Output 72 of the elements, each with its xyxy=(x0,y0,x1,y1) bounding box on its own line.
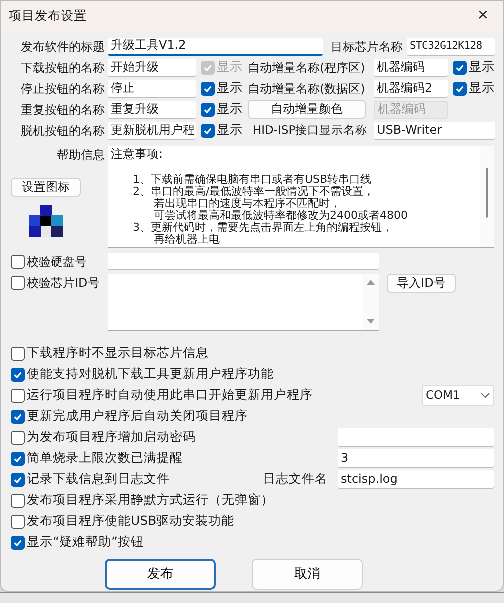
option-checkbox[interactable]: 使能支持对脱机下载工具更新用户程序功能 xyxy=(11,365,274,384)
field-label: 停止按钮的名称 xyxy=(20,80,105,98)
publish-button[interactable]: 发布 xyxy=(105,559,216,590)
option-checkbox[interactable]: 运行项目程序时自动使用此串口开始更新用户程序 xyxy=(11,386,313,405)
check-icon xyxy=(13,454,23,464)
text-field[interactable]: 机器编码 xyxy=(374,58,448,76)
help-line: 3、更新代码时，需要先点击界面左上角的编程按钮， xyxy=(133,222,393,234)
text-field[interactable]: 更新脱机用户程 xyxy=(108,122,196,140)
check-icon xyxy=(13,474,23,484)
check-icon xyxy=(203,62,213,72)
field-label: 自动增量名称(程序区) xyxy=(248,60,366,76)
scroll-down-icon[interactable] xyxy=(367,319,375,324)
port-dropdown[interactable]: COM1 xyxy=(422,385,494,406)
verify-checkbox[interactable]: 校验硬盘号 xyxy=(11,253,108,271)
option-checkbox[interactable]: 下载程序时不显示目标芯片信息 xyxy=(11,344,209,363)
text-area[interactable] xyxy=(108,274,379,331)
text-field[interactable]: 开始升级 xyxy=(108,58,196,76)
check-icon xyxy=(203,84,213,94)
help-line: 2、串口的最高/最低波特率一般情况下不需设置， xyxy=(133,186,375,198)
show-checkbox[interactable]: 显示 xyxy=(201,121,243,140)
option-checkbox[interactable]: 显示“疑难帮助”按钮 xyxy=(11,533,144,552)
chevron-down-icon xyxy=(481,393,490,398)
text-field[interactable]: stcisp.log xyxy=(338,470,494,489)
text-field[interactable]: STC32G12K128 xyxy=(407,38,495,56)
field-label: 日志文件名 xyxy=(263,470,328,488)
option-checkbox[interactable]: 更新完成用户程序后自动关闭项目程序 xyxy=(11,407,248,426)
set-icon-button[interactable]: 设置图标 xyxy=(11,178,81,197)
dropdown-value: COM1 xyxy=(426,387,460,404)
field-label: 重复按钮的名称 xyxy=(20,102,105,118)
field-label: 下载按钮的名称 xyxy=(20,60,105,76)
scroll-up-icon[interactable] xyxy=(367,280,375,285)
help-line: 注意事项: xyxy=(111,148,164,160)
show-checkbox[interactable]: 显示 xyxy=(453,58,495,77)
show-checkbox[interactable]: 显示 xyxy=(453,79,495,98)
help-text-area[interactable]: 注意事项: 1、下载前需确保电脑有串口或者有USB转串口线 2、串口的最高/最低波特率一般情况下不需设置， 若出现串口的速度与本程序不匹配时， 可尝试将最高和最低波特率都修改为2400或者4800 3、更新代码时，需要先点击界面左上角的编程按钮， 再给机器上电 xyxy=(108,146,494,248)
option-checkbox[interactable]: 发布项目程序采用静默方式运行（无弹窗） xyxy=(11,491,274,510)
help-label: 帮助信息 xyxy=(56,147,106,164)
text-field[interactable]: 停止 xyxy=(108,80,196,98)
option-checkbox[interactable]: 为发布项目程序增加启动密码 xyxy=(11,428,196,447)
field-label: 脱机按钮的名称 xyxy=(20,122,105,140)
field-label: 发布软件的标题 xyxy=(20,38,105,56)
cubes-icon xyxy=(29,205,63,237)
text-field[interactable]: 重复升级 xyxy=(108,100,196,118)
verify-checkbox[interactable]: 校验芯片ID号 xyxy=(11,274,108,292)
text-field[interactable]: 3 xyxy=(338,449,494,468)
help-line: 若出现串口的速度与本程序不匹配时， xyxy=(154,198,341,210)
option-checkbox[interactable]: 简单烧录上限次数已满提醒 xyxy=(11,449,183,468)
cancel-button[interactable]: 取消 xyxy=(252,559,363,590)
check-icon xyxy=(203,104,213,114)
scrollbar-thumb[interactable] xyxy=(486,168,488,218)
text-field[interactable]: 升级工具V1.2 xyxy=(108,38,323,56)
check-icon xyxy=(455,84,465,94)
check-icon xyxy=(13,370,23,380)
check-icon xyxy=(13,412,23,422)
import-id-button[interactable]: 导入ID号 xyxy=(387,274,456,293)
text-field[interactable]: 机器编码2 xyxy=(374,80,448,98)
option-checkbox[interactable]: 发布项目程序使能USB驱动安装功能 xyxy=(11,512,235,531)
check-icon xyxy=(455,62,465,72)
field-label: 自动增量名称(数据区) xyxy=(248,80,366,98)
show-checkbox[interactable]: 显示 xyxy=(201,79,243,98)
option-checkbox[interactable]: 记录下载信息到日志文件 xyxy=(11,470,170,489)
check-icon xyxy=(13,538,23,548)
field-label: 目标芯片名称 xyxy=(331,38,404,56)
check-icon xyxy=(203,126,213,136)
help-line: 再给机器上电 xyxy=(154,234,220,246)
text-field[interactable]: USB-Writer xyxy=(374,122,495,140)
help-line: 可尝试将最高和最低波特率都修改为2400或者4800 xyxy=(154,210,408,222)
help-line: 1、下载前需确保电脑有串口或者有USB转串口线 xyxy=(133,174,372,186)
show-checkbox[interactable]: 显示 xyxy=(201,100,243,119)
field-label: HID-ISP接口显示名称 xyxy=(253,122,368,139)
close-button[interactable]: ✕ xyxy=(471,6,495,26)
window-title: 项目发布设置 xyxy=(9,6,87,25)
